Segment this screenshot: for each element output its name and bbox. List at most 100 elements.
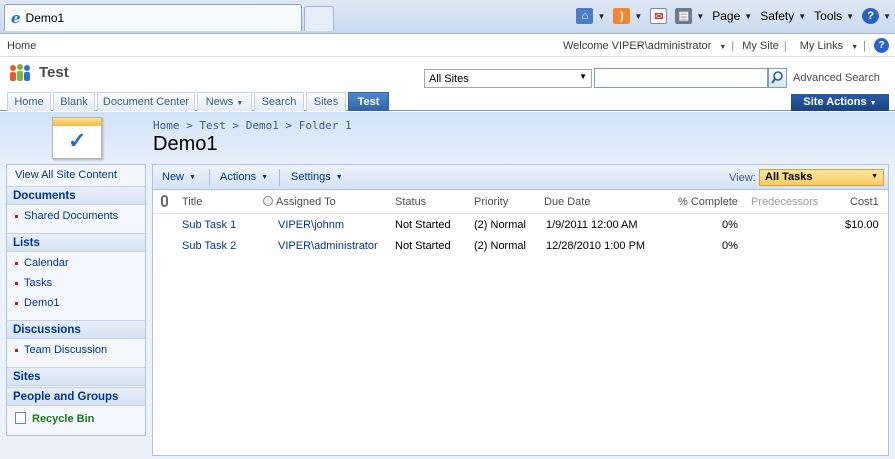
view-all-site-content-link[interactable]: View All Site Content: [15, 169, 153, 181]
table-row: Sub Task 2 VIPER\administrator Not Start…: [153, 235, 888, 257]
recycle-bin-icon: [15, 412, 26, 424]
search-input[interactable]: [594, 68, 768, 88]
ql-item-demo1[interactable]: Demo1: [7, 297, 145, 309]
priority-cell: (2) Normal: [474, 240, 526, 252]
my-links-menu[interactable]: My Links ▼: [795, 40, 858, 52]
task-title-link[interactable]: Sub Task 2: [182, 240, 236, 252]
nav-tab-sites[interactable]: Sites: [306, 92, 346, 111]
help-button[interactable]: ? ▼: [862, 8, 891, 24]
recycle-bin-link[interactable]: Recycle Bin: [15, 412, 153, 425]
browser-tab-active[interactable]: e Demo1: [4, 4, 302, 31]
search-button[interactable]: [768, 68, 787, 88]
column-header-due-date[interactable]: Due Date: [544, 196, 590, 208]
search-scope-select[interactable]: All Sites ▼: [424, 69, 592, 88]
my-links-label: My Links: [799, 39, 844, 52]
column-header-percent-complete[interactable]: % Complete: [678, 196, 738, 208]
actions-menu-button[interactable]: Actions ▼: [220, 171, 268, 183]
list-toolbar: New ▼ Actions ▼ Settings ▼ View: All Tasks ▼: [153, 165, 888, 190]
toolbar-divider: [209, 169, 210, 186]
priority-cell: (2) Normal: [474, 219, 526, 231]
chevron-down-icon: ▼: [869, 100, 877, 107]
divider: |: [783, 39, 787, 52]
page-menu[interactable]: Page ▼: [712, 9, 752, 23]
ql-header-discussions[interactable]: Discussions: [7, 320, 145, 339]
new-menu-label: New: [162, 171, 185, 183]
recycle-bin-label: Recycle Bin: [32, 413, 95, 425]
status-cell: Not Started: [395, 219, 451, 231]
feeds-button[interactable]: ) ▼: [613, 8, 642, 24]
safety-menu-label: Safety: [760, 9, 795, 23]
page-menu-label: Page: [712, 9, 741, 23]
nav-tab-news-label: News: [205, 96, 234, 108]
ql-item-calendar[interactable]: Calendar: [7, 257, 145, 269]
chevron-down-icon: ▼: [335, 174, 343, 181]
ql-header-documents[interactable]: Documents: [7, 186, 145, 205]
nav-tab-test[interactable]: Test: [348, 92, 389, 111]
welcome-label: Welcome VIPER\administrator: [562, 39, 712, 52]
printer-icon: ▤: [675, 8, 693, 24]
ql-item-shared-documents[interactable]: Shared Documents: [7, 210, 145, 222]
chevron-down-icon: ▼: [846, 11, 855, 21]
chevron-down-icon: ▼: [719, 43, 727, 51]
help-icon: ?: [862, 8, 880, 24]
chevron-down-icon: ▼: [634, 11, 643, 21]
advanced-search-link[interactable]: Advanced Search: [793, 72, 880, 84]
actions-menu-label: Actions: [220, 171, 257, 183]
ql-item-team-discussion[interactable]: Team Discussion: [7, 344, 145, 356]
chevron-down-icon: ▼: [744, 11, 753, 21]
view-selector[interactable]: All Tasks ▼: [759, 169, 884, 186]
column-header-predecessors: Predecessors: [751, 196, 819, 208]
settings-menu-button[interactable]: Settings ▼: [291, 171, 343, 183]
column-header-title[interactable]: Title: [182, 196, 202, 208]
column-header-priority[interactable]: Priority: [474, 196, 508, 208]
ql-item-tasks[interactable]: Tasks: [7, 277, 145, 289]
table-header: Title Assigned To Status Priority Due Da…: [153, 191, 888, 213]
top-navigation: Home Blank Document Center News ▼ Search…: [0, 92, 895, 111]
print-button[interactable]: ▤ ▼: [675, 8, 704, 24]
ql-header-lists[interactable]: Lists: [7, 233, 145, 252]
mail-button[interactable]: ✉: [650, 8, 668, 24]
nav-tab-document-center[interactable]: Document Center: [97, 92, 195, 111]
nav-tab-search[interactable]: Search: [254, 92, 304, 111]
tools-menu-label: Tools: [814, 9, 843, 23]
chevron-down-icon: ▼: [871, 173, 878, 180]
nav-tab-news[interactable]: News ▼: [197, 92, 252, 111]
task-title-link[interactable]: Sub Task 1: [182, 219, 236, 231]
tools-menu[interactable]: Tools ▼: [814, 9, 854, 23]
nav-tab-home[interactable]: Home: [7, 92, 51, 111]
safety-menu[interactable]: Safety ▼: [760, 9, 806, 23]
ql-header-people-and-groups[interactable]: People and Groups: [7, 387, 145, 406]
chevron-down-icon: ▼: [851, 43, 859, 51]
new-menu-button[interactable]: New ▼: [162, 171, 196, 183]
view-selector-value: All Tasks: [765, 171, 813, 183]
column-header-assigned-to-label: Assigned To: [276, 196, 336, 208]
chevron-down-icon: ▼: [883, 11, 891, 21]
search-scope-value: All Sites: [429, 73, 469, 85]
my-site-link[interactable]: My Site: [742, 40, 779, 52]
help-icon[interactable]: ?: [874, 38, 889, 53]
global-home-link[interactable]: Home: [7, 40, 36, 52]
presence-icon: [263, 196, 273, 206]
nav-tab-blank[interactable]: Blank: [53, 92, 95, 111]
home-button[interactable]: ⌂ ▼: [576, 8, 605, 24]
chevron-down-icon: ▼: [579, 72, 587, 81]
chevron-down-icon: ▼: [236, 100, 244, 107]
assigned-to-link[interactable]: VIPER\johnm: [278, 219, 344, 231]
column-header-assigned-to[interactable]: Assigned To: [263, 196, 336, 208]
new-tab-button[interactable]: [304, 6, 334, 31]
percent-complete-cell: 0%: [722, 219, 738, 231]
percent-complete-cell: 0%: [722, 240, 738, 252]
site-title[interactable]: Test: [39, 64, 69, 81]
divider: |: [863, 39, 866, 52]
task-list-view: New ▼ Actions ▼ Settings ▼ View: All Tasks ▼…: [152, 164, 889, 456]
breadcrumb[interactable]: Home > Test > Demo1 > Folder 1: [153, 119, 352, 132]
rss-icon: ): [613, 8, 631, 24]
assigned-to-link[interactable]: VIPER\administrator: [278, 240, 378, 252]
column-header-status[interactable]: Status: [395, 196, 426, 208]
site-actions-label: Site Actions: [803, 96, 867, 108]
ql-header-sites[interactable]: Sites: [7, 367, 145, 386]
column-header-cost[interactable]: Cost1: [850, 196, 879, 208]
site-actions-menu[interactable]: Site Actions ▼: [791, 94, 889, 111]
chevron-down-icon: ▼: [261, 174, 269, 181]
welcome-menu[interactable]: Welcome VIPER\administrator ▼: [558, 40, 726, 52]
